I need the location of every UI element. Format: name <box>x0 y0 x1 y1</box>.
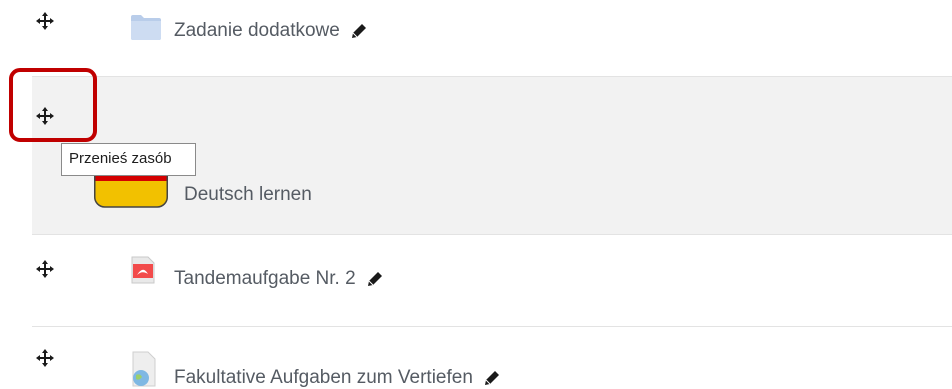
activity-row-zadanie: Zadanie dodatkowe <box>32 0 952 76</box>
pdf-icon <box>131 256 155 284</box>
pencil-icon[interactable] <box>367 271 383 287</box>
folder-icon <box>131 15 161 40</box>
activity-title[interactable]: Tandemaufgabe Nr. 2 <box>174 268 356 289</box>
pencil-icon[interactable] <box>351 23 367 39</box>
activity-title[interactable]: Fakultative Aufgaben zum Vertiefen <box>174 367 473 388</box>
activity-link-fakultative[interactable]: Fakultative Aufgaben zum Vertiefen <box>174 367 500 389</box>
activity-link-zadanie[interactable]: Zadanie dodatkowe <box>174 20 367 42</box>
activity-row-fakultative: Fakultative Aufgaben zum Vertiefen <box>32 327 952 389</box>
tooltip-text: Przenieś zasób <box>69 150 172 167</box>
move-icon[interactable] <box>36 12 54 30</box>
url-icon <box>132 351 156 387</box>
activity-link-deutsch[interactable]: Deutsch lernen <box>184 184 312 206</box>
tooltip: Przenieś zasób <box>61 143 196 176</box>
pencil-icon[interactable] <box>484 370 500 386</box>
activity-title[interactable]: Zadanie dodatkowe <box>174 20 340 41</box>
move-icon[interactable] <box>36 260 54 278</box>
annotation-highlight <box>9 68 97 142</box>
move-icon[interactable] <box>36 349 54 367</box>
activity-link-tandem[interactable]: Tandemaufgabe Nr. 2 <box>174 268 383 290</box>
activity-row-tandem: Tandemaufgabe Nr. 2 <box>32 235 952 326</box>
